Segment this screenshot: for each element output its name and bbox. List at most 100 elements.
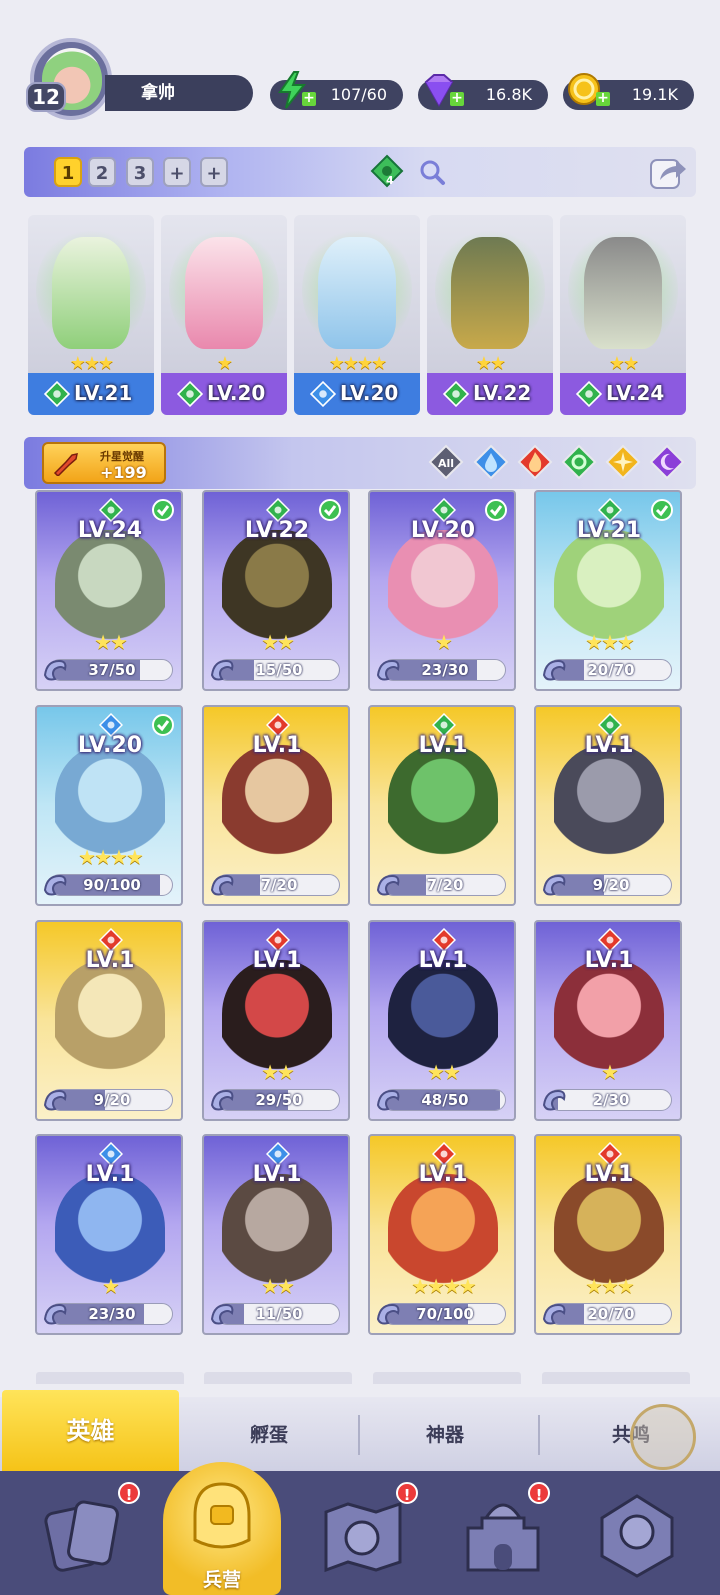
team-member-card[interactable]: ★★ LV.24 — [560, 215, 686, 415]
nav-map-icon[interactable] — [318, 1490, 408, 1580]
hero-portrait — [388, 745, 498, 865]
nav-guild-icon[interactable] — [592, 1490, 682, 1580]
hero-card[interactable]: LV.1 ★★★★ 70/100 — [368, 1134, 516, 1335]
hero-card[interactable]: LV.1 ★ 2/30 — [534, 920, 682, 1121]
tab-artifact[interactable]: 神器 — [426, 1420, 464, 1447]
shard-icon — [376, 1303, 400, 1325]
hero-card[interactable]: LV.1 ★★ 29/50 — [202, 920, 350, 1121]
element-badge-icon — [43, 380, 71, 408]
hero-card[interactable]: LV.1 ★ 23/30 — [35, 1134, 183, 1335]
team-member-card[interactable]: ★★★ LV.21 — [28, 215, 154, 415]
team-member-card[interactable]: ★★ LV.22 — [427, 215, 553, 415]
shard-icon — [43, 874, 67, 896]
team-tab-3[interactable]: 3 — [126, 157, 154, 187]
hero-portrait — [222, 745, 332, 865]
element-icon — [176, 380, 204, 408]
hero-portrait — [451, 237, 529, 349]
hero-level: LV.1 — [418, 733, 468, 758]
hero-portrait — [584, 237, 662, 349]
shard-icon — [43, 659, 67, 681]
add-gems-icon[interactable]: + — [450, 91, 464, 106]
shard-icon — [210, 874, 234, 896]
team-tab-1[interactable]: 1 — [54, 157, 82, 187]
hero-star-rating: ★★ — [94, 630, 128, 654]
nav-cards-badge: ! — [118, 1482, 140, 1504]
tab-heroes[interactable]: 英雄 — [2, 1390, 179, 1472]
team-level: LV.20 — [207, 381, 266, 405]
search-icon[interactable] — [418, 158, 446, 186]
team-member-card[interactable]: ★ LV.20 — [161, 215, 287, 415]
in-team-check-icon — [651, 499, 673, 521]
team-tab-add[interactable]: + — [163, 157, 191, 187]
floating-ring-button[interactable] — [630, 1404, 696, 1470]
hero-card[interactable]: LV.1 9/20 — [534, 705, 682, 906]
hero-card[interactable]: LV.1 ★★ 11/50 — [202, 1134, 350, 1335]
tab-hatch[interactable]: 孵蛋 — [250, 1420, 288, 1447]
hero-card[interactable]: LV.1 9/20 — [35, 920, 183, 1121]
nav-barracks-label: 兵营 — [202, 1569, 241, 1591]
filter-all-icon[interactable]: All — [428, 444, 464, 480]
hero-star-rating: ★ — [601, 1060, 619, 1084]
helmet-icon — [193, 1482, 251, 1549]
nav-castle-icon[interactable] — [458, 1490, 548, 1580]
hero-level: LV.1 — [584, 948, 634, 973]
hero-level: LV.1 — [418, 948, 468, 973]
hero-card-next-row — [36, 1372, 184, 1384]
hero-star-rating: ★ — [102, 1274, 120, 1298]
hero-card-next-row — [204, 1372, 352, 1384]
hero-portrait — [185, 237, 263, 349]
filter-fire-icon[interactable] — [517, 444, 553, 480]
hero-star-rating: ★★★ — [585, 1274, 635, 1298]
filter-dark-icon[interactable] — [649, 444, 685, 480]
team-tab-add-2[interactable]: + — [200, 157, 228, 187]
awaken-button[interactable]: 升星觉醒 +199 — [42, 442, 166, 484]
nav-cards-icon[interactable] — [40, 1490, 130, 1580]
add-coins-icon[interactable]: + — [596, 91, 610, 106]
hero-card[interactable]: LV.1 7/20 — [202, 705, 350, 906]
hero-card[interactable]: LV.1 ★★ 48/50 — [368, 920, 516, 1121]
player-name: 拿帅 — [105, 75, 253, 111]
hero-card[interactable]: LV.1 7/20 — [368, 705, 516, 906]
awaken-value: +199 — [100, 463, 147, 482]
hero-level: LV.1 — [85, 948, 135, 973]
element-badge-icon — [309, 380, 337, 408]
hero-star-rating: ★★★ — [585, 630, 635, 654]
filter-light-icon[interactable] — [605, 444, 641, 480]
hero-card[interactable]: LV.22 ★★ 15/50 — [202, 490, 350, 691]
hero-level: LV.1 — [252, 948, 302, 973]
element-badge-icon — [176, 380, 204, 408]
shard-icon — [376, 1089, 400, 1111]
shard-icon — [43, 1303, 67, 1325]
hero-card[interactable]: LV.1 ★★★ 20/70 — [534, 1134, 682, 1335]
gem-count: 4 — [386, 174, 394, 187]
hero-card[interactable]: LV.24 ★★ 37/50 — [35, 490, 183, 691]
hero-level: LV.1 — [85, 1162, 135, 1187]
element-icon — [309, 380, 337, 408]
filter-all-label: All — [438, 457, 454, 470]
in-team-check-icon — [152, 714, 174, 736]
team-tab-2[interactable]: 2 — [88, 157, 116, 187]
player-level-badge: 12 — [26, 82, 66, 112]
team-star-rating: ★ — [216, 353, 233, 374]
in-team-check-icon — [152, 499, 174, 521]
filter-water-icon[interactable] — [473, 444, 509, 480]
hero-card[interactable]: LV.20 ★★★★ 90/100 — [35, 705, 183, 906]
in-team-check-icon — [485, 499, 507, 521]
hero-star-rating: ★★ — [427, 1060, 461, 1084]
share-icon[interactable] — [648, 152, 688, 192]
element-icon — [442, 380, 470, 408]
hero-portrait — [52, 237, 130, 349]
hero-card[interactable]: LV.20 ★ 23/30 — [368, 490, 516, 691]
hero-level: LV.1 — [584, 1162, 634, 1187]
hero-level: LV.1 — [418, 1162, 468, 1187]
filter-earth-icon[interactable] — [561, 444, 597, 480]
shard-icon — [43, 1089, 67, 1111]
hero-card[interactable]: LV.21 ★★★ 20/70 — [534, 490, 682, 691]
team-member-card[interactable]: ★★★★ LV.20 — [294, 215, 420, 415]
add-energy-icon[interactable]: + — [302, 91, 316, 106]
hero-level: LV.1 — [252, 1162, 302, 1187]
team-level: LV.20 — [340, 381, 399, 405]
nav-castle-badge: ! — [528, 1482, 550, 1504]
hero-card-next-row — [373, 1372, 521, 1384]
hero-level: LV.1 — [584, 733, 634, 758]
